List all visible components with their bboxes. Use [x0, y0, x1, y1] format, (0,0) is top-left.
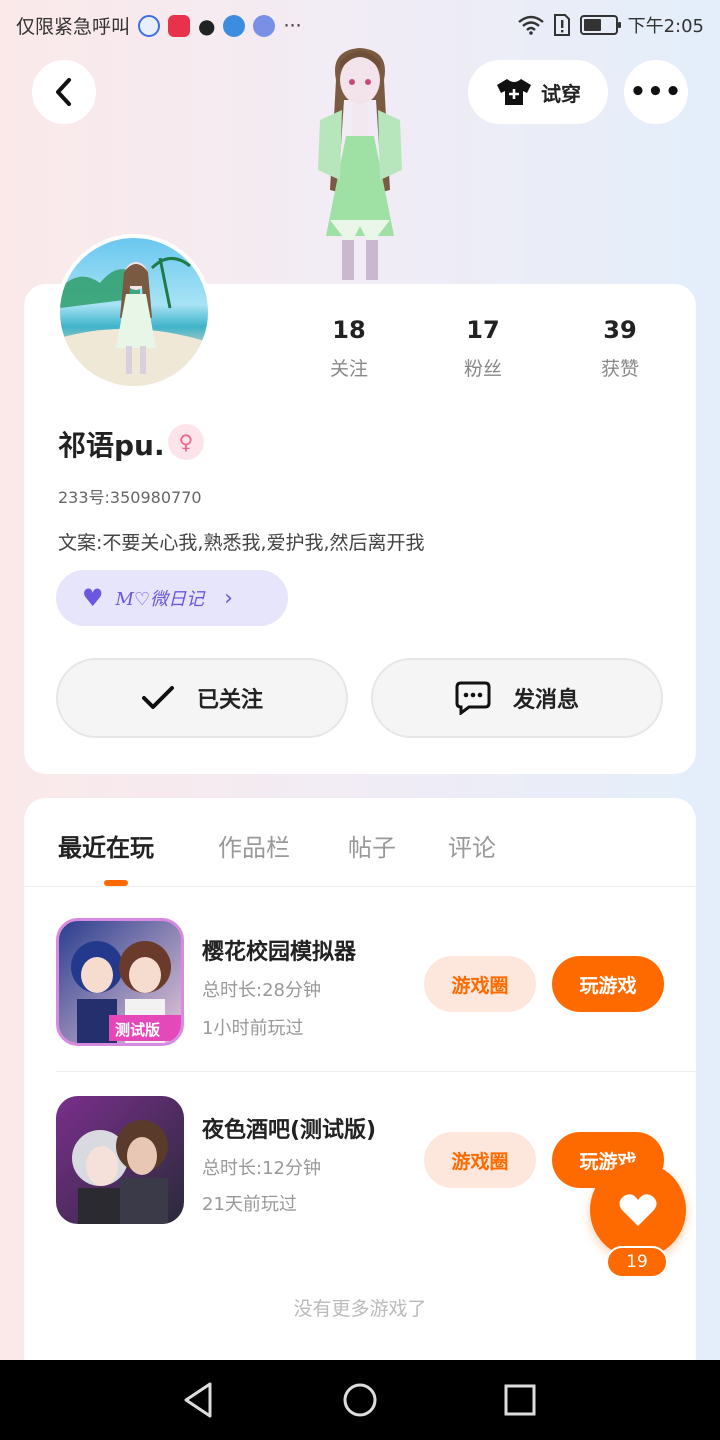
baidu-icon: [138, 14, 161, 37]
chat-icon: [455, 681, 491, 715]
app-icon: [168, 14, 191, 37]
message-label: 发消息: [512, 688, 579, 713]
game-title[interactable]: 夜色酒吧(测试版): [202, 1112, 412, 1144]
more-notifications-icon: ···: [283, 14, 302, 37]
sim-alert-icon: [553, 14, 570, 36]
game-circle-button[interactable]: 游戏圈: [424, 1132, 536, 1188]
heart-icon: [619, 1194, 657, 1226]
back-button[interactable]: [32, 60, 96, 124]
carrier-text: 仅限紧急呼叫: [16, 16, 131, 38]
game-duration: 总时长:28分钟: [202, 980, 321, 1001]
female-icon: ♀: [168, 424, 204, 460]
no-more-games-text: 没有更多游戏了: [293, 1298, 427, 1320]
follow-label: 已关注: [196, 688, 263, 713]
fans-label: 粉丝: [463, 358, 502, 380]
nav-home-icon[interactable]: [340, 1380, 380, 1420]
status-time: 下午2:05: [627, 16, 704, 37]
system-nav-bar: [0, 1360, 720, 1440]
play-game-button[interactable]: 玩游戏: [552, 956, 664, 1012]
music-icon: [253, 14, 276, 37]
tab-comments[interactable]: 评论: [448, 828, 496, 863]
test-badge: 测试版: [115, 1021, 161, 1039]
avatar-figure[interactable]: [290, 40, 430, 290]
follow-button[interactable]: 已关注: [56, 658, 348, 738]
medal-badge[interactable]: ♥ M♡微日记 ›: [56, 570, 288, 626]
fans-count: 17: [466, 316, 500, 344]
bio: 文案:不要关心我,熟悉我,爱护我,然后离开我: [58, 532, 425, 554]
tabs-divider: [24, 886, 696, 887]
chevron-left-icon: [56, 78, 71, 106]
nav-back-icon[interactable]: [180, 1380, 220, 1420]
status-right: 下午2:05: [517, 12, 704, 38]
nickname: 祁语pu.: [58, 429, 165, 462]
chevron-right-icon: ›: [224, 585, 233, 611]
game-icon-nightbar[interactable]: [56, 1096, 184, 1224]
game-last-played: 1小时前玩过: [202, 1018, 304, 1039]
status-left: 仅限紧急呼叫 ● ···: [16, 12, 302, 39]
game-circle-button[interactable]: 游戏圈: [424, 956, 536, 1012]
qq-icon: ●: [198, 13, 216, 38]
nav-recents-icon[interactable]: [500, 1380, 540, 1420]
game-title[interactable]: 樱花校园模拟器: [202, 934, 412, 966]
row-divider: [56, 1071, 696, 1072]
message-button[interactable]: 发消息: [371, 658, 663, 738]
medal-text: M♡微日记: [115, 589, 205, 610]
game-duration: 总时长:12分钟: [202, 1158, 321, 1179]
more-button[interactable]: •••: [624, 60, 688, 124]
battery-icon: [579, 15, 621, 35]
game-last-played: 21天前玩过: [202, 1194, 297, 1215]
game-icon-sakura[interactable]: 测试版: [56, 918, 184, 1046]
bluetooth-icon: [223, 14, 246, 37]
heart-medal-icon: ♥: [82, 584, 104, 612]
like-button[interactable]: [590, 1162, 686, 1258]
tab-posts[interactable]: 帖子: [348, 828, 396, 863]
tab-works[interactable]: 作品栏: [218, 828, 290, 863]
likes-count: 39: [603, 316, 637, 344]
stat-likes[interactable]: 39 获赞: [565, 316, 675, 381]
stat-following[interactable]: 18 关注: [294, 316, 404, 381]
following-count: 18: [332, 316, 366, 344]
check-icon: [141, 686, 174, 709]
tab-recent-play[interactable]: 最近在玩: [58, 828, 154, 863]
following-label: 关注: [329, 358, 368, 380]
tryon-button[interactable]: 试穿: [468, 60, 608, 124]
avatar-picture: [60, 257, 208, 386]
shirt-icon: [497, 79, 531, 105]
stat-fans[interactable]: 17 粉丝: [428, 316, 538, 381]
tryon-label: 试穿: [541, 81, 581, 106]
like-count-badge: 19: [606, 1246, 668, 1278]
nightbar-art: [72, 1120, 168, 1224]
more-dots-icon: •••: [629, 77, 683, 107]
user-id: 233号:350980770: [58, 488, 202, 507]
likes-label: 获赞: [600, 358, 639, 380]
wifi-icon: [517, 15, 544, 35]
avatar[interactable]: [56, 234, 212, 390]
